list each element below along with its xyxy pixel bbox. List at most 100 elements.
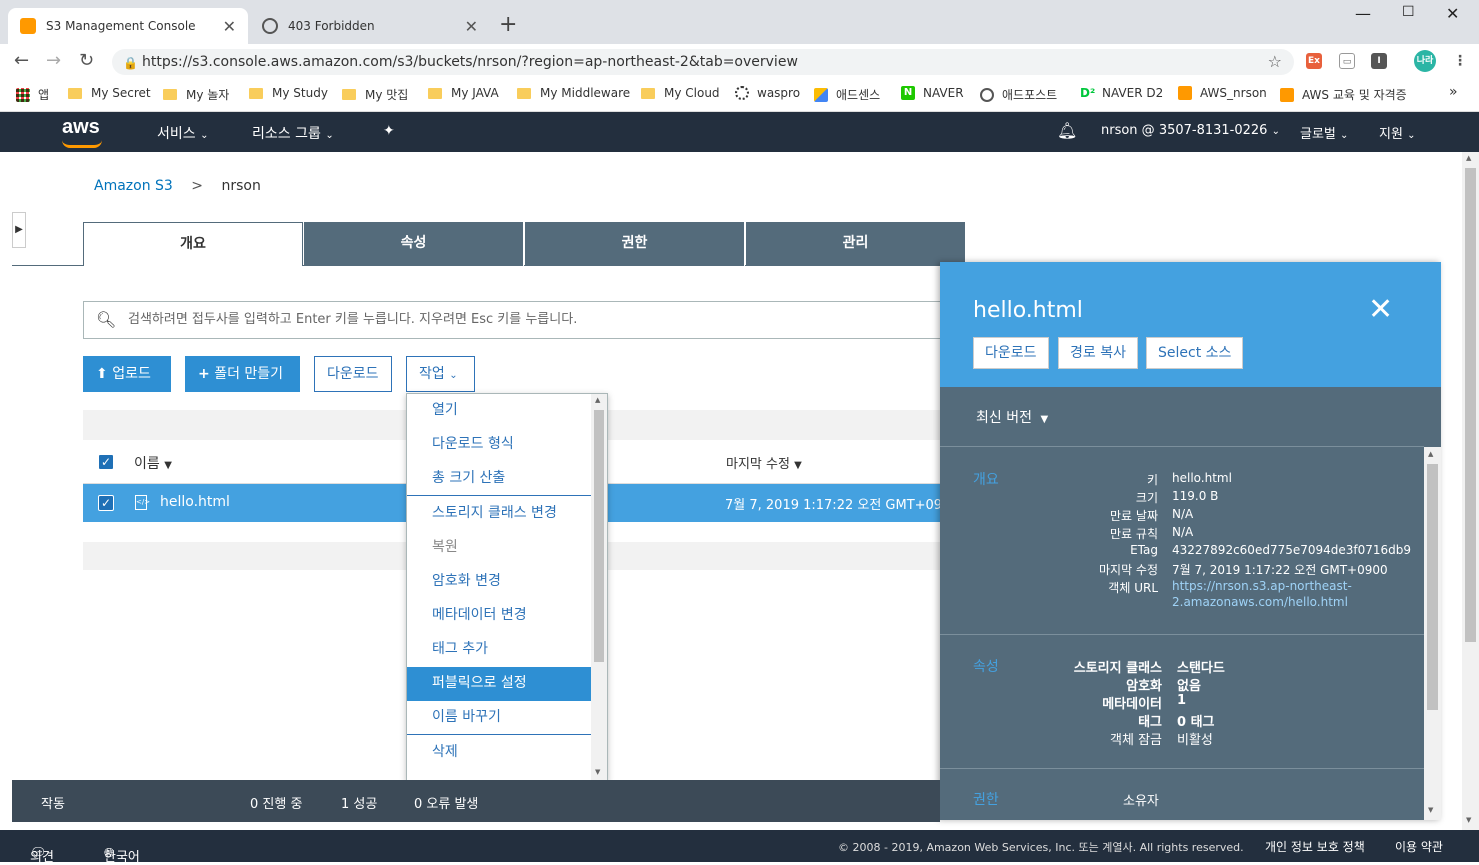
bookmark-folder[interactable]: My Cloud xyxy=(641,86,720,100)
privacy-policy-link[interactable]: 개인 정보 보호 정책 xyxy=(1265,838,1365,855)
object-url-link[interactable]: https://nrson.s3.ap-northeast- 2.amazona… xyxy=(1172,579,1352,609)
services-menu[interactable]: 서비스 ⌄ xyxy=(157,123,208,143)
bookmark-folder[interactable]: My JAVA xyxy=(428,86,499,100)
upload-button[interactable]: ⬆ 업로드 xyxy=(83,356,171,392)
minimize-icon[interactable]: — xyxy=(1355,4,1371,23)
naver-icon: N xyxy=(901,86,915,100)
bookmarks-overflow[interactable]: » xyxy=(1449,84,1458,100)
menu-item-download-as[interactable]: 다운로드 형식 xyxy=(407,428,591,462)
reload-icon[interactable]: ↻ xyxy=(79,50,94,71)
tab-overview[interactable]: 개요 xyxy=(83,222,303,266)
region-menu[interactable]: 글로벌 ⌄ xyxy=(1300,123,1348,142)
browser-tab-s3[interactable]: S3 Management Console ✕ xyxy=(8,8,248,44)
menu-item-change-metadata[interactable]: 메타데이터 변경 xyxy=(407,599,591,633)
menu-item-rename[interactable]: 이름 바꾸기 xyxy=(407,701,591,735)
menu-dots-icon[interactable]: ⋮ xyxy=(1452,53,1468,69)
close-tab-icon[interactable]: ✕ xyxy=(223,17,236,36)
aws-smile-icon xyxy=(62,140,102,148)
scroll-up-icon[interactable]: ▲ xyxy=(1466,154,1471,162)
support-menu[interactable]: 지원 ⌄ xyxy=(1379,123,1415,142)
select-all-checkbox[interactable]: ✓ xyxy=(98,454,114,470)
address-bar[interactable]: 🔒 https://s3.console.aws.amazon.com/s3/b… xyxy=(112,49,1294,75)
operations-status-bar[interactable]: 작동 0 진행 중 1 성공 0 오류 발생 xyxy=(12,780,940,822)
bookmark-aws-training[interactable]: AWS 교육 및 자격증 xyxy=(1280,86,1407,103)
overview-key: ETag xyxy=(1130,543,1158,557)
d2-icon: D² xyxy=(1080,86,1096,100)
close-window-icon[interactable]: ✕ xyxy=(1446,4,1459,23)
breadcrumb-s3-link[interactable]: Amazon S3 xyxy=(94,178,173,194)
extension-icon[interactable]: ▭ xyxy=(1339,53,1355,69)
back-icon[interactable]: ← xyxy=(14,50,29,71)
bookmark-naver[interactable]: N NAVER xyxy=(901,86,964,100)
page-scrollbar[interactable]: ▲ ▼ xyxy=(1462,152,1479,830)
extension-icon[interactable]: Ex xyxy=(1306,53,1322,69)
overview-value: 43227892c60ed775e7094de3f0716db9 xyxy=(1172,543,1412,557)
menu-item-change-encryption[interactable]: 암호화 변경 xyxy=(407,565,591,599)
menu-item-open[interactable]: 열기 xyxy=(407,394,591,428)
bookmark-folder[interactable]: My Study xyxy=(249,86,328,100)
bookmark-adpost[interactable]: 애드포스트 xyxy=(980,86,1057,103)
actions-dropdown[interactable]: 작업 ⌄ xyxy=(406,356,475,392)
scroll-down-icon[interactable]: ▼ xyxy=(595,768,600,776)
new-tab-icon[interactable]: + xyxy=(499,12,517,37)
close-tab-icon[interactable]: ✕ xyxy=(465,17,478,36)
resource-groups-menu[interactable]: 리소스 그룹 ⌄ xyxy=(252,123,334,143)
panel-title: hello.html xyxy=(973,298,1083,323)
pin-icon[interactable]: ✦ xyxy=(383,123,395,139)
object-details-panel: hello.html ✕ 다운로드 경로 복사 Select 소스 최신 버전 … xyxy=(940,262,1441,820)
search-input[interactable]: 🔍︎ 검색하려면 접두사를 입력하고 Enter 키를 누릅니다. 지우려면 E… xyxy=(83,301,953,339)
copy-path-button[interactable]: 경로 복사 xyxy=(1058,337,1138,369)
overview-key: 키 xyxy=(1146,473,1158,487)
page-scroll-thumb[interactable] xyxy=(1465,168,1476,642)
tab-permissions[interactable]: 권한 xyxy=(525,222,745,266)
maximize-icon[interactable]: ☐ xyxy=(1402,4,1415,20)
property-value: 0 태그 xyxy=(1177,715,1215,730)
bookmark-star-icon[interactable]: ☆ xyxy=(1268,49,1282,75)
menu-item-calculate-size[interactable]: 총 크기 산출 xyxy=(407,462,591,496)
scroll-up-icon[interactable]: ▲ xyxy=(595,396,600,404)
bookmark-naverd2[interactable]: D² NAVER D2 xyxy=(1080,86,1163,100)
expand-sidebar-icon[interactable]: ▶ xyxy=(12,212,26,248)
scroll-down-icon[interactable]: ▼ xyxy=(1466,816,1471,824)
bookmark-waspro[interactable]: waspro xyxy=(735,86,800,100)
close-icon[interactable]: ✕ xyxy=(1368,292,1393,327)
bookmark-folder[interactable]: My 놀자 xyxy=(163,86,229,103)
folder-icon xyxy=(342,89,356,100)
forward-icon[interactable]: → xyxy=(46,50,61,71)
browser-tab-forbidden[interactable]: 403 Forbidden ✕ xyxy=(250,8,490,44)
profile-avatar[interactable]: 나라 xyxy=(1414,50,1436,72)
bookmark-folder[interactable]: My Secret xyxy=(68,86,151,100)
menu-item-delete[interactable]: 삭제 xyxy=(407,736,591,770)
scroll-down-icon[interactable]: ▼ xyxy=(1428,806,1433,814)
bookmark-folder[interactable]: My 맛집 xyxy=(342,86,408,103)
file-name-link[interactable]: hello.html xyxy=(160,494,230,510)
overview-value: hello.html xyxy=(1172,471,1232,485)
bookmark-adsense[interactable]: 애드센스 xyxy=(814,86,880,103)
tab-properties[interactable]: 속성 xyxy=(304,222,524,266)
column-name-header[interactable]: 이름 ▼ xyxy=(134,453,172,473)
aws-logo[interactable]: aws xyxy=(62,116,102,148)
chevron-down-icon: ⌄ xyxy=(325,130,334,141)
menu-item-make-public[interactable]: 퍼블릭으로 설정 xyxy=(407,667,591,701)
download-button[interactable]: 다운로드 xyxy=(314,356,392,392)
row-checkbox[interactable]: ✓ xyxy=(98,495,114,511)
menu-item-add-tags[interactable]: 태그 추가 xyxy=(407,633,591,667)
panel-download-button[interactable]: 다운로드 xyxy=(973,337,1049,369)
menu-scrollbar[interactable]: ▲ ▼ xyxy=(591,394,607,780)
menu-item-change-storage-class[interactable]: 스토리지 클래스 변경 xyxy=(407,497,591,531)
menu-scroll-thumb[interactable] xyxy=(594,410,604,662)
bookmark-aws-nrson[interactable]: AWS_nrson xyxy=(1178,86,1267,100)
bell-icon[interactable]: 🔔︎ xyxy=(1057,121,1077,140)
version-dropdown[interactable]: 최신 버전 ▼ xyxy=(976,407,1048,427)
terms-link[interactable]: 이용 약관 xyxy=(1395,838,1443,855)
select-from-button[interactable]: Select 소스 xyxy=(1146,337,1244,369)
bookmark-apps[interactable]: 앱 xyxy=(16,86,49,103)
account-menu[interactable]: nrson @ 3507-8131-0226 ⌄ xyxy=(1101,123,1280,138)
extension-icon[interactable]: I xyxy=(1371,53,1387,69)
column-modified-header[interactable]: 마지막 수정 ▼ xyxy=(726,453,802,472)
panel-scroll-thumb[interactable] xyxy=(1427,464,1438,710)
tab-management[interactable]: 관리 xyxy=(746,222,966,266)
bookmark-folder[interactable]: My Middleware xyxy=(517,86,630,100)
create-folder-button[interactable]: + 폴더 만들기 xyxy=(185,356,300,392)
scroll-up-icon[interactable]: ▲ xyxy=(1428,450,1433,458)
